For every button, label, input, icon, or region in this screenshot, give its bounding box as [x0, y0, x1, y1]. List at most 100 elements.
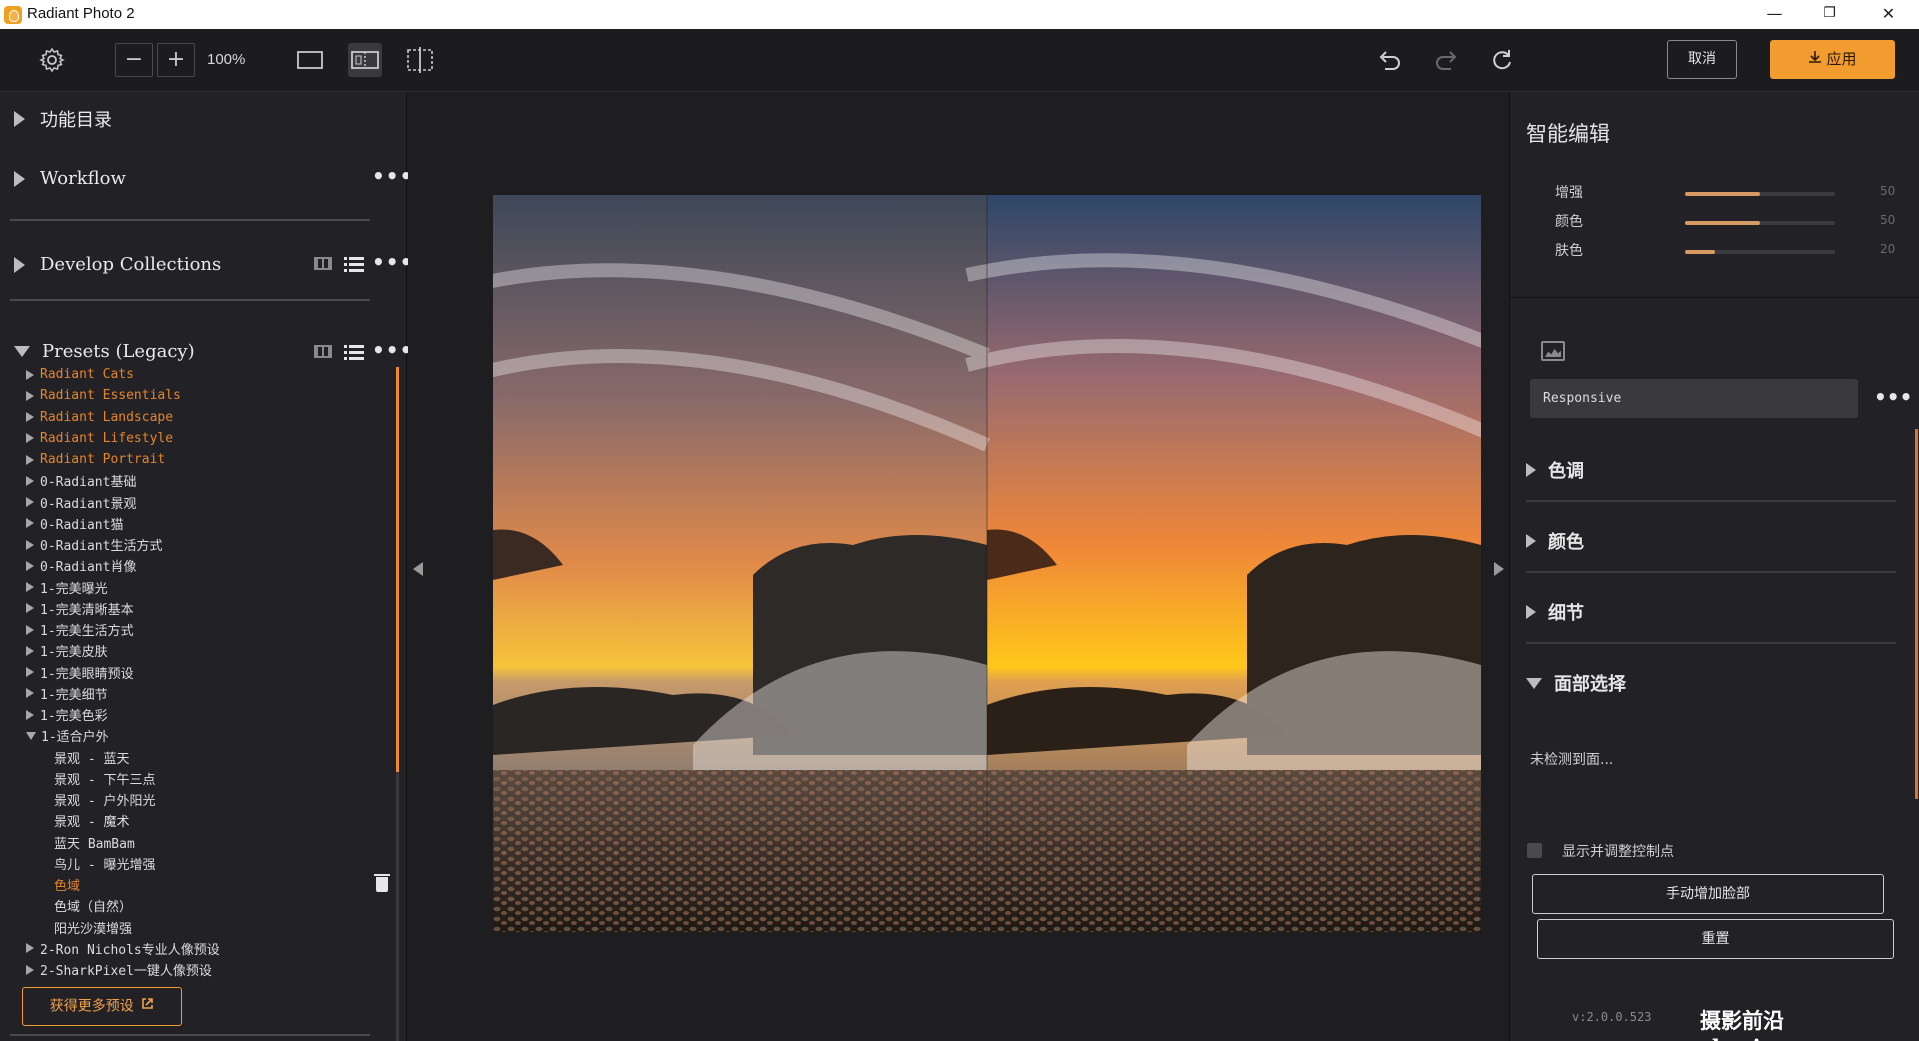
expand-icon — [26, 603, 34, 614]
preset-folder[interactable]: 0-Radiant生活方式 — [26, 534, 386, 555]
presets-legacy-header[interactable]: Presets (Legacy) — [14, 341, 195, 362]
right-scrollbar[interactable] — [1915, 429, 1918, 799]
apply-button[interactable]: 应用 — [1770, 40, 1895, 79]
mode-select[interactable]: Responsive — [1530, 379, 1858, 418]
grid-view-icon[interactable] — [314, 345, 332, 358]
list-view-icon[interactable] — [344, 257, 364, 272]
add-face-button[interactable]: 手动增加脸部 — [1532, 874, 1884, 914]
version-label: v:2.0.0.523 — [1572, 1010, 1652, 1024]
preset-item[interactable]: 景观 - 魔术 — [26, 810, 386, 831]
preset-label: 景观 - 下午三点 — [54, 772, 156, 788]
get-more-presets-button[interactable]: 获得更多预设 — [22, 987, 182, 1026]
expand-icon — [1526, 605, 1536, 619]
preset-label: 色域（自然） — [54, 900, 133, 916]
divider — [10, 1034, 370, 1036]
preset-folder[interactable]: Radiant Portrait — [26, 449, 386, 470]
mode-more-icon[interactable]: ••• — [1874, 385, 1912, 409]
preset-folder[interactable]: 1-完美细节 — [26, 683, 386, 704]
section-label: 面部选择 — [1554, 674, 1626, 695]
preset-folder[interactable]: 2-Ron Nichols专业人像预设 — [26, 938, 386, 959]
preset-folder[interactable]: Radiant Cats — [26, 364, 386, 385]
split-view-icon[interactable] — [348, 43, 382, 77]
preset-folder[interactable]: 1-适合户外 — [26, 725, 386, 746]
preset-item[interactable]: 景观 - 下午三点 — [26, 768, 386, 789]
preset-folder[interactable]: 1-完美清晰基本 — [26, 598, 386, 619]
grid-view-icon[interactable] — [314, 257, 332, 270]
workflow-header[interactable]: Workflow — [14, 168, 126, 189]
preset-item[interactable]: 鸟儿 - 曝光增强 — [26, 853, 386, 874]
preset-item[interactable]: 景观 - 蓝天 — [26, 747, 386, 768]
preset-label: 1-完美细节 — [40, 687, 108, 703]
slider-track[interactable] — [1685, 221, 1835, 225]
show-points-checkbox[interactable] — [1527, 843, 1542, 858]
develop-collections-header[interactable]: Develop Collections — [14, 254, 221, 275]
single-view-icon[interactable] — [296, 43, 324, 77]
preset-item[interactable]: 阳光沙漠增强 — [26, 917, 386, 938]
right-panel: 智能编辑 增强 50 颜色 50 肤色 20 Responsive ••• 色调 颜色 细节面… — [1509, 92, 1919, 1041]
smart-edit-title: 智能编辑 — [1526, 122, 1610, 146]
preset-label: 0-Radiant基础 — [40, 475, 137, 491]
expand-icon — [26, 433, 34, 444]
app-logo-icon — [4, 6, 22, 24]
photo-compare[interactable] — [493, 195, 1481, 932]
preset-folder[interactable]: Radiant Lifestyle — [26, 428, 386, 449]
preset-label: 景观 - 魔术 — [54, 815, 130, 831]
watermark: 摄影前沿 sheyingzyz.com — [1700, 1008, 1883, 1041]
expand-icon — [26, 412, 34, 423]
collapse-right-panel-icon[interactable] — [1494, 562, 1504, 576]
maximize-button[interactable]: ❐ — [1802, 0, 1857, 29]
slider-track[interactable] — [1685, 192, 1835, 196]
list-view-icon[interactable] — [344, 345, 364, 360]
undo-icon[interactable] — [1376, 43, 1404, 77]
expand-icon — [26, 539, 34, 550]
expand-icon — [14, 256, 25, 273]
preset-scrollbar-thumb[interactable] — [396, 367, 399, 772]
preset-item[interactable]: 色域 — [26, 874, 386, 895]
minimize-button[interactable]: — — [1747, 0, 1802, 29]
reset-button[interactable]: 重置 — [1537, 919, 1894, 959]
preset-folder[interactable]: 0-Radiant景观 — [26, 492, 386, 513]
histogram-icon[interactable] — [1541, 341, 1565, 361]
section-header[interactable]: 面部选择 — [1526, 670, 1626, 696]
slider-track[interactable] — [1685, 250, 1835, 254]
preset-folder[interactable]: 0-Radiant猫 — [26, 513, 386, 534]
collapse-left-panel-icon[interactable] — [413, 562, 423, 576]
function-directory-header[interactable]: 功能目录 — [14, 106, 112, 132]
preset-folder[interactable]: Radiant Landscape — [26, 407, 386, 428]
refresh-icon[interactable] — [1488, 43, 1516, 77]
preset-label: 0-Radiant肖像 — [40, 560, 137, 576]
zoom-in-button[interactable]: + — [157, 43, 195, 77]
cancel-button[interactable]: 取消 — [1667, 40, 1737, 79]
preset-folder[interactable]: 1-完美生活方式 — [26, 619, 386, 640]
develop-collections-label: Develop Collections — [40, 254, 222, 275]
close-button[interactable]: ✕ — [1861, 0, 1916, 29]
preset-label: 2-SharkPixel一键人像预设 — [40, 964, 212, 980]
toolbar: − + 100% 取消 应用 — [0, 29, 1919, 92]
preset-folder[interactable]: 2-SharkPixel一键人像预设 — [26, 959, 386, 980]
preset-item[interactable]: 蓝天 BamBam — [26, 832, 386, 853]
preset-item[interactable]: 色域（自然） — [26, 895, 386, 916]
section-label: 色调 — [1548, 461, 1584, 482]
redo-icon[interactable] — [1432, 43, 1460, 77]
preset-folder[interactable]: 0-Radiant肖像 — [26, 555, 386, 576]
left-panel: 功能目录 Workflow ••• Develop Collections ••… — [0, 92, 412, 1041]
preset-folder[interactable]: 1-完美曝光 — [26, 577, 386, 598]
presets-legacy-label: Presets (Legacy) — [42, 341, 195, 362]
compare-view-icon[interactable] — [404, 43, 436, 77]
section-header[interactable]: 颜色 — [1526, 528, 1584, 554]
preset-folder[interactable]: 1-完美眼睛预设 — [26, 662, 386, 683]
section-header[interactable]: 细节 — [1526, 599, 1584, 625]
preset-item[interactable]: 景观 - 户外阳光 — [26, 789, 386, 810]
settings-gear-icon[interactable] — [38, 43, 66, 77]
preset-folder[interactable]: 1-完美色彩 — [26, 704, 386, 725]
section-header[interactable]: 色调 — [1526, 457, 1584, 483]
trash-icon[interactable] — [374, 874, 390, 892]
preset-folder[interactable]: 1-完美皮肤 — [26, 640, 386, 661]
expand-icon — [14, 170, 25, 187]
divider — [1526, 571, 1896, 573]
expand-icon — [26, 369, 34, 380]
preset-folder[interactable]: 0-Radiant基础 — [26, 470, 386, 491]
preset-folder[interactable]: Radiant Essentials — [26, 385, 386, 406]
apply-label: 应用 — [1826, 50, 1857, 68]
zoom-out-button[interactable]: − — [115, 43, 153, 77]
